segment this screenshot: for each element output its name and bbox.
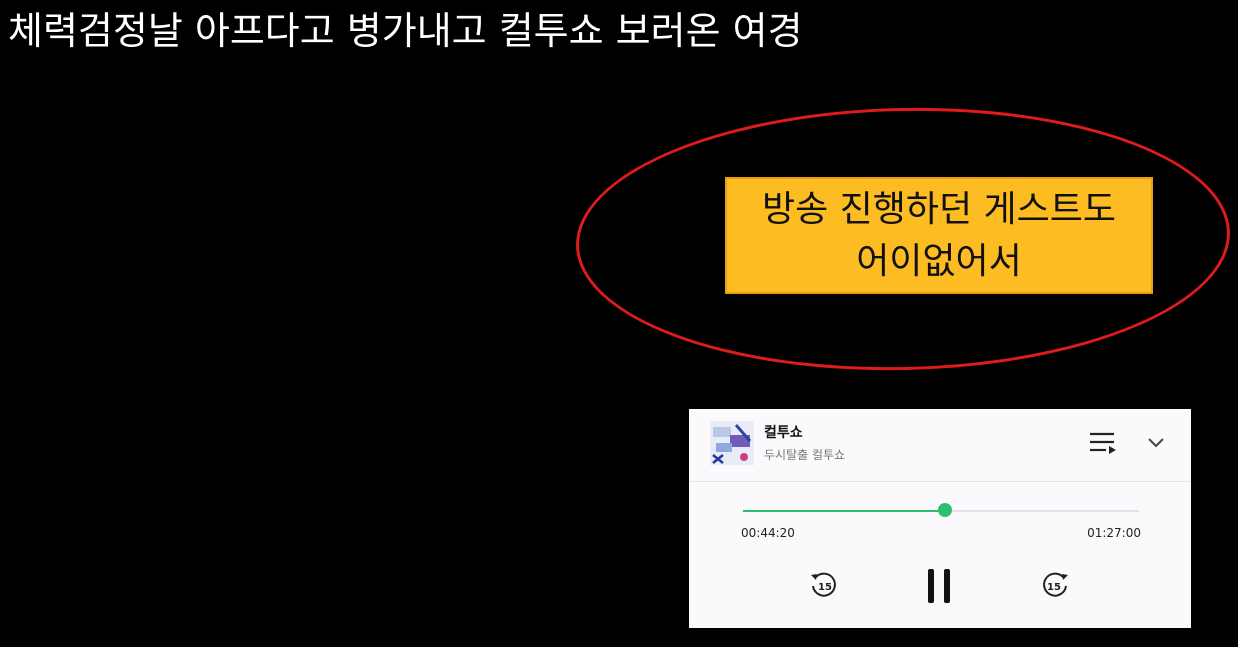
video-title-overlay: 체력검정날 아프다고 병가내고 컬투쇼 보러온 여경 [8, 9, 803, 53]
track-title: 컬투쇼 [764, 425, 803, 441]
seek-bar[interactable] [743, 503, 1139, 517]
forward-seconds-label: 15 [1047, 582, 1061, 593]
elapsed-time: 00:44:20 [741, 526, 795, 540]
video-frame: 체력검정날 아프다고 병가내고 컬투쇼 보러온 여경 방송 진행하던 게스트도 … [0, 0, 1238, 647]
track-subtitle: 두시탈출 컬투쇼 [764, 448, 846, 462]
seek-progress-fill [743, 510, 945, 512]
pause-icon[interactable] [925, 567, 953, 605]
rewind-15-icon[interactable]: 15 [808, 569, 840, 601]
audio-player: 컬투쇼 두시탈출 컬투쇼 00:44:20 01:27:00 15 15 [689, 409, 1191, 628]
album-art-thumbnail[interactable] [710, 421, 754, 465]
player-header: 컬투쇼 두시탈출 컬투쇼 [689, 409, 1191, 482]
caption-line-2: 어이없어서 [856, 240, 1022, 282]
seek-handle[interactable] [938, 503, 952, 517]
total-duration: 01:27:00 [1087, 526, 1141, 540]
chevron-down-icon[interactable] [1147, 437, 1165, 449]
caption-box: 방송 진행하던 게스트도 어이없어서 [725, 177, 1153, 294]
queue-list-icon[interactable] [1088, 431, 1118, 457]
forward-15-icon[interactable]: 15 [1039, 569, 1071, 601]
rewind-seconds-label: 15 [818, 582, 832, 593]
caption-line-1: 방송 진행하던 게스트도 [761, 188, 1117, 230]
